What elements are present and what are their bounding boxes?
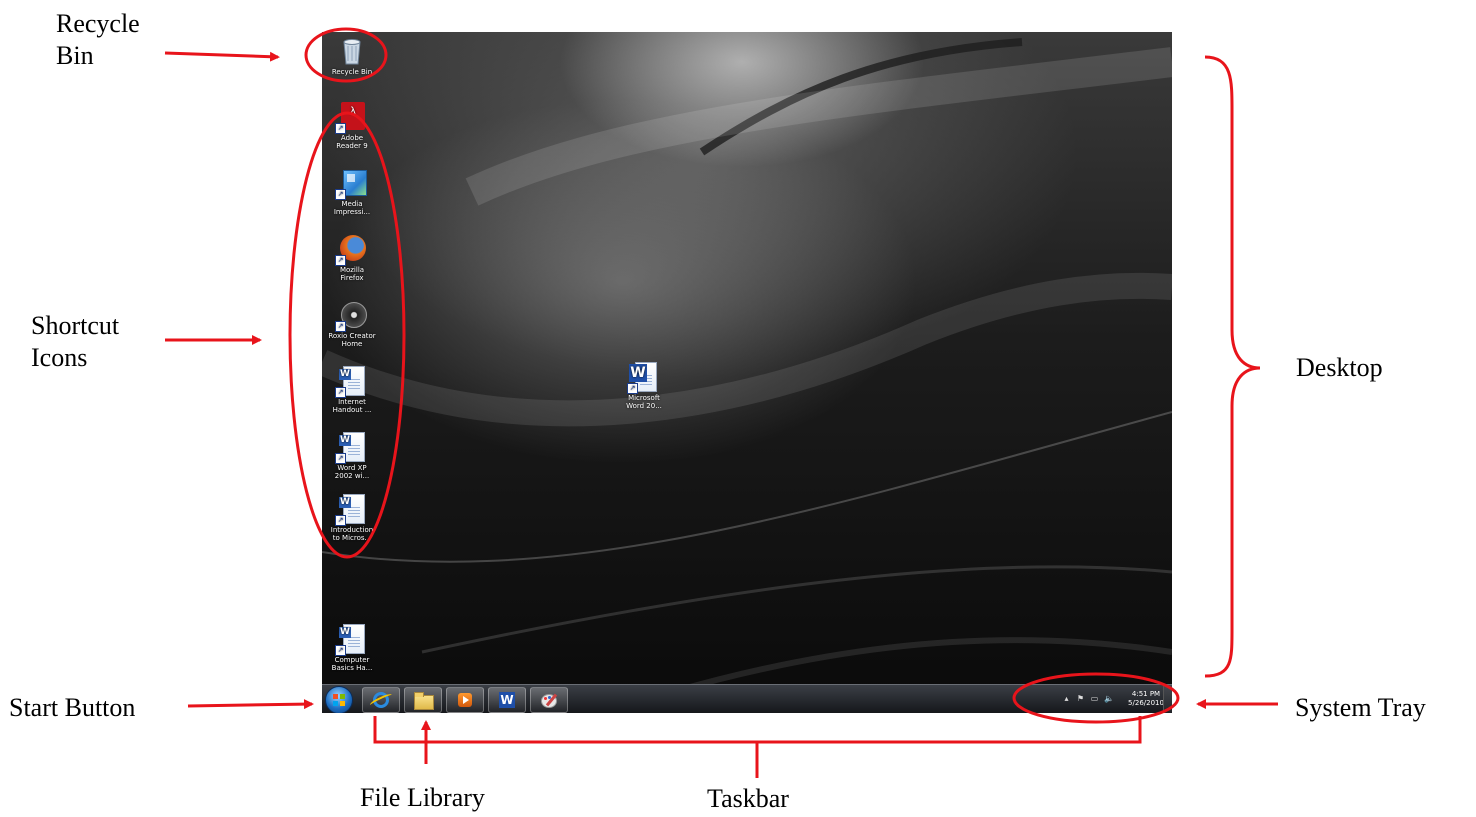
system-tray-ellipse [1012, 672, 1180, 724]
recycle-bin-circle [304, 27, 388, 83]
taskbar-bracket [373, 716, 1142, 744]
shortcut-icons-ellipse [288, 111, 406, 559]
file-library-annotation: File Library [360, 783, 485, 812]
desktop-brace [1204, 55, 1261, 678]
recycle-bin-annotation: Recycle Bin [56, 9, 140, 70]
annotation-overlay [164, 27, 1278, 778]
start-button-arrow [187, 699, 314, 710]
recycle-bin-arrow [164, 51, 280, 62]
desktop-annotation: Desktop [1296, 353, 1383, 382]
start-button-annotation: Start Button [9, 693, 136, 722]
taskbar-annotation: Taskbar [707, 784, 789, 813]
system-tray-annotation: System Tray [1295, 693, 1426, 722]
shortcut-icons-annotation: Shortcut Icons [31, 311, 120, 372]
